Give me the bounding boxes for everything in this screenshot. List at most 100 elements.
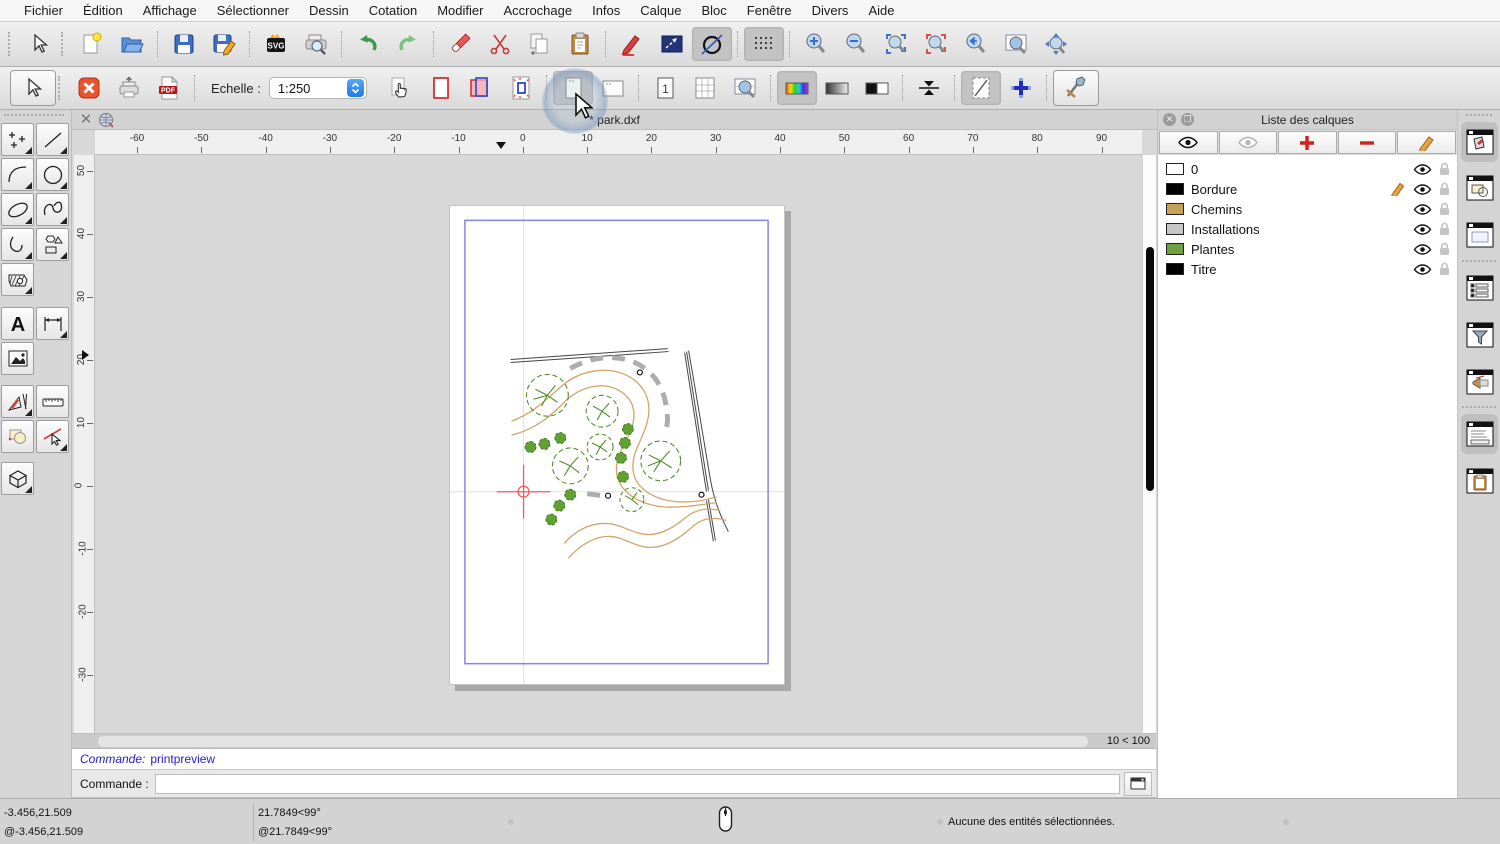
show-all-layers-button[interactable] <box>1159 131 1218 154</box>
image-tool-button[interactable] <box>1 342 34 375</box>
scale-combobox[interactable]: 1:250 <box>269 77 367 99</box>
grid-toggle-button[interactable] <box>744 27 784 61</box>
text-tool-button[interactable]: A <box>1 307 34 340</box>
cut-button[interactable] <box>480 27 520 61</box>
menu-item-infos[interactable]: Infos <box>582 3 630 18</box>
horizontal-scrollbar[interactable]: 10 < 100 <box>72 733 1156 748</box>
layer-visibility-eye-icon[interactable] <box>1413 263 1432 276</box>
edit-layer-button[interactable] <box>1397 131 1456 154</box>
print-button[interactable] <box>109 71 149 105</box>
zoom-pan-button[interactable] <box>1036 27 1076 61</box>
menu-item-fenetre[interactable]: Fenêtre <box>737 3 802 18</box>
remove-layer-button[interactable] <box>1338 131 1397 154</box>
menu-item-accrochage[interactable]: Accrochage <box>493 3 582 18</box>
grayscale-mode-button[interactable] <box>817 71 857 105</box>
undo-button[interactable] <box>348 27 388 61</box>
zoom-auto-button[interactable] <box>876 27 916 61</box>
attributes-pen-button[interactable] <box>612 27 652 61</box>
dock-drag-handle[interactable] <box>1466 114 1492 116</box>
paper-overlap-button[interactable] <box>461 71 501 105</box>
zoom-previous-button[interactable] <box>916 27 956 61</box>
save-button[interactable] <box>164 27 204 61</box>
toolbar-drag-handle[interactable] <box>8 32 13 56</box>
open-file-button[interactable] <box>112 27 152 61</box>
draft-mode-button[interactable] <box>961 71 1001 105</box>
dock-command-button[interactable] <box>1461 362 1498 402</box>
hide-all-layers-button[interactable] <box>1219 131 1278 154</box>
layer-row[interactable]: Chemins <box>1158 199 1457 219</box>
distance-order-button[interactable] <box>652 27 692 61</box>
hatch-tool-button[interactable] <box>1 263 34 296</box>
solid-3d-button[interactable] <box>1 462 34 495</box>
delete-entities-button[interactable] <box>440 27 480 61</box>
layer-lock-icon[interactable] <box>1438 182 1451 196</box>
menu-item-modifier[interactable]: Modifier <box>427 3 493 18</box>
dock-command-widget-button[interactable] <box>1461 414 1498 454</box>
layer-visibility-eye-icon[interactable] <box>1413 203 1432 216</box>
save-as-button[interactable] <box>204 27 244 61</box>
dock-library-button[interactable] <box>1461 215 1498 255</box>
redo-button[interactable] <box>388 27 428 61</box>
export-svg-button[interactable]: SVG <box>256 27 296 61</box>
toolbar-drag-handle[interactable] <box>61 32 66 56</box>
command-detach-button[interactable] <box>1124 772 1152 796</box>
dock-clipboard-button[interactable] <box>1461 461 1498 501</box>
preview-pointer-button[interactable] <box>10 70 56 106</box>
menu-item-edition[interactable]: Édition <box>73 3 133 18</box>
horizontal-scrollbar-thumb[interactable] <box>98 736 1088 747</box>
dock-entity-list-button[interactable] <box>1461 268 1498 308</box>
select-pointer-button[interactable] <box>19 27 59 61</box>
layer-lock-icon[interactable] <box>1438 242 1451 256</box>
zoom-in-button[interactable] <box>796 27 836 61</box>
single-page-button[interactable]: 1 <box>645 71 685 105</box>
portrait-orientation-button[interactable] <box>553 71 593 105</box>
center-page-button[interactable] <box>909 71 949 105</box>
menu-item-affichage[interactable]: Affichage <box>133 3 207 18</box>
toolbar-drag-handle[interactable] <box>58 76 63 100</box>
line-tool-button[interactable] <box>36 123 69 156</box>
print-preview-button[interactable] <box>296 27 336 61</box>
layer-visibility-eye-icon[interactable] <box>1413 183 1432 196</box>
menu-item-divers[interactable]: Divers <box>802 3 859 18</box>
dimension-tool-button[interactable] <box>36 307 69 340</box>
crosshair-button[interactable] <box>1001 71 1041 105</box>
layer-lock-icon[interactable] <box>1438 202 1451 216</box>
ellipse-tool-button[interactable] <box>1 193 34 226</box>
menu-item-selectionner[interactable]: Sélectionner <box>207 3 299 18</box>
zoom-page-button[interactable] <box>725 71 765 105</box>
circle-tool-button[interactable] <box>36 158 69 191</box>
export-pdf-button[interactable]: PDF <box>149 71 189 105</box>
spline-tool-button[interactable] <box>36 193 69 226</box>
vertical-scrollbar[interactable] <box>1142 155 1156 733</box>
layer-row[interactable]: Bordure <box>1158 179 1457 199</box>
menu-item-aide[interactable]: Aide <box>858 3 904 18</box>
menu-item-cotation[interactable]: Cotation <box>359 3 427 18</box>
zoom-back-button[interactable] <box>956 27 996 61</box>
layer-lock-icon[interactable] <box>1438 162 1451 176</box>
multi-page-button[interactable] <box>685 71 725 105</box>
menu-item-calque[interactable]: Calque <box>630 3 691 18</box>
arc-tool-button[interactable] <box>1 158 34 191</box>
landscape-orientation-button[interactable] <box>593 71 633 105</box>
fit-to-page-button[interactable] <box>501 71 541 105</box>
zoom-out-button[interactable] <box>836 27 876 61</box>
layer-row[interactable]: Plantes <box>1158 239 1457 259</box>
command-input[interactable] <box>155 774 1120 794</box>
pan-hand-button[interactable] <box>381 71 421 105</box>
draw-tools-button[interactable] <box>1 385 34 418</box>
select-entity-button[interactable] <box>36 420 69 453</box>
add-layer-button[interactable] <box>1278 131 1337 154</box>
zoom-window-button[interactable] <box>996 27 1036 61</box>
options-tools-button[interactable] <box>1053 70 1099 106</box>
layer-row[interactable]: Titre <box>1158 259 1457 279</box>
construction-mode-button[interactable] <box>692 27 732 61</box>
new-document-button[interactable] <box>72 27 112 61</box>
menu-item-fichier[interactable]: Fichier <box>14 3 73 18</box>
polyline-tool-button[interactable] <box>1 228 34 261</box>
layer-row[interactable]: Installations <box>1158 219 1457 239</box>
modify-shapes-button[interactable] <box>1 420 34 453</box>
dock-layer-list-button[interactable] <box>1461 122 1498 162</box>
menu-item-dessin[interactable]: Dessin <box>299 3 359 18</box>
dock-block-list-button[interactable] <box>1461 168 1498 208</box>
menu-item-bloc[interactable]: Bloc <box>691 3 736 18</box>
